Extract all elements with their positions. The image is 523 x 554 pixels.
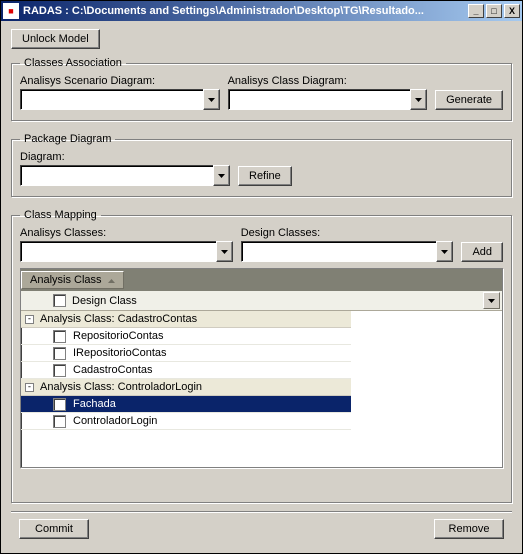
scenario-diagram-combo[interactable] xyxy=(20,89,220,110)
remove-button[interactable]: Remove xyxy=(434,519,504,539)
grid-band-label: Analysis Class xyxy=(30,274,102,286)
package-diagram-group: Package Diagram Diagram: Refine xyxy=(11,133,512,197)
titlebar: ■ RADAS : C:\Documents and Settings\Admi… xyxy=(1,1,522,21)
class-mapping-legend: Class Mapping xyxy=(20,209,101,221)
grid-item-row[interactable]: CadastroContas xyxy=(21,362,351,379)
row-label: RepositorioContas xyxy=(72,330,351,342)
grid-column-header[interactable]: Design Class xyxy=(21,291,502,311)
row-label: IRepositorioContas xyxy=(72,347,351,359)
row-label: ControladorLogin xyxy=(72,415,351,427)
minimize-button[interactable]: _ xyxy=(468,4,484,18)
class-diagram-combo[interactable] xyxy=(228,89,428,110)
design-class-column-label: Design Class xyxy=(72,295,137,307)
app-icon: ■ xyxy=(3,3,19,19)
classes-association-legend: Classes Association xyxy=(20,57,126,69)
classes-association-group: Classes Association Analisys Scenario Di… xyxy=(11,57,512,121)
generate-button[interactable]: Generate xyxy=(435,90,503,110)
chevron-down-icon[interactable] xyxy=(213,165,230,186)
grid-item-row[interactable]: IRepositorioContas xyxy=(21,345,351,362)
diagram-label: Diagram: xyxy=(20,151,503,163)
grid-item-row[interactable]: Fachada xyxy=(21,396,351,413)
chevron-down-icon[interactable] xyxy=(216,241,233,262)
refine-button[interactable]: Refine xyxy=(238,166,292,186)
design-classes-combo[interactable] xyxy=(241,241,454,262)
class-diagram-label: Analisys Class Diagram: xyxy=(228,75,428,87)
grid-whitespace xyxy=(351,311,502,467)
row-checkbox[interactable] xyxy=(53,330,66,343)
mapping-grid: Analysis Class Design Class -Analysis Cl… xyxy=(20,268,503,468)
grid-group-band: Analysis Class xyxy=(21,269,502,291)
chevron-down-icon[interactable] xyxy=(203,89,220,110)
grid-band-cell[interactable]: Analysis Class xyxy=(21,271,124,289)
grid-group-label: Analysis Class: ControladorLogin xyxy=(40,381,202,393)
header-checkbox[interactable] xyxy=(53,294,66,307)
window: ■ RADAS : C:\Documents and Settings\Admi… xyxy=(0,0,523,554)
grid-item-row[interactable]: RepositorioContas xyxy=(21,328,351,345)
row-label: CadastroContas xyxy=(72,364,351,376)
unlock-model-button[interactable]: Unlock Model xyxy=(11,29,100,49)
package-diagram-input[interactable] xyxy=(20,165,213,186)
client-area: Unlock Model Classes Association Analisy… xyxy=(1,21,522,553)
grid-body: -Analysis Class: CadastroContasRepositor… xyxy=(21,311,502,467)
expander-icon[interactable]: - xyxy=(25,315,34,324)
grid-group-row[interactable]: -Analysis Class: CadastroContas xyxy=(21,311,351,328)
grid-group-row[interactable]: -Analysis Class: ControladorLogin xyxy=(21,379,351,396)
row-checkbox[interactable] xyxy=(53,398,66,411)
design-classes-label: Design Classes: xyxy=(241,227,454,239)
design-classes-input[interactable] xyxy=(241,241,437,262)
grid-group-label: Analysis Class: CadastroContas xyxy=(40,313,197,325)
expander-icon[interactable]: - xyxy=(25,383,34,392)
close-button[interactable]: X xyxy=(504,4,520,18)
row-checkbox[interactable] xyxy=(53,364,66,377)
maximize-button[interactable]: □ xyxy=(486,4,502,18)
package-diagram-legend: Package Diagram xyxy=(20,133,115,145)
chevron-down-icon[interactable] xyxy=(483,292,500,309)
chevron-down-icon[interactable] xyxy=(436,241,453,262)
scenario-diagram-input[interactable] xyxy=(20,89,203,110)
analysis-classes-combo[interactable] xyxy=(20,241,233,262)
class-mapping-group: Class Mapping Analisys Classes: Design C… xyxy=(11,209,512,503)
grid-item-row[interactable]: ControladorLogin xyxy=(21,413,351,430)
class-diagram-input[interactable] xyxy=(228,89,411,110)
commit-button[interactable]: Commit xyxy=(19,519,89,539)
row-checkbox[interactable] xyxy=(53,347,66,360)
bottom-bar: Commit Remove xyxy=(11,513,512,545)
window-title: RADAS : C:\Documents and Settings\Admini… xyxy=(23,5,468,17)
add-button[interactable]: Add xyxy=(461,242,503,262)
row-label: Fachada xyxy=(72,398,351,410)
package-diagram-combo[interactable] xyxy=(20,165,230,186)
analysis-classes-input[interactable] xyxy=(20,241,216,262)
scenario-diagram-label: Analisys Scenario Diagram: xyxy=(20,75,220,87)
sort-up-icon xyxy=(108,274,115,286)
analysis-classes-label: Analisys Classes: xyxy=(20,227,233,239)
row-checkbox[interactable] xyxy=(53,415,66,428)
chevron-down-icon[interactable] xyxy=(410,89,427,110)
